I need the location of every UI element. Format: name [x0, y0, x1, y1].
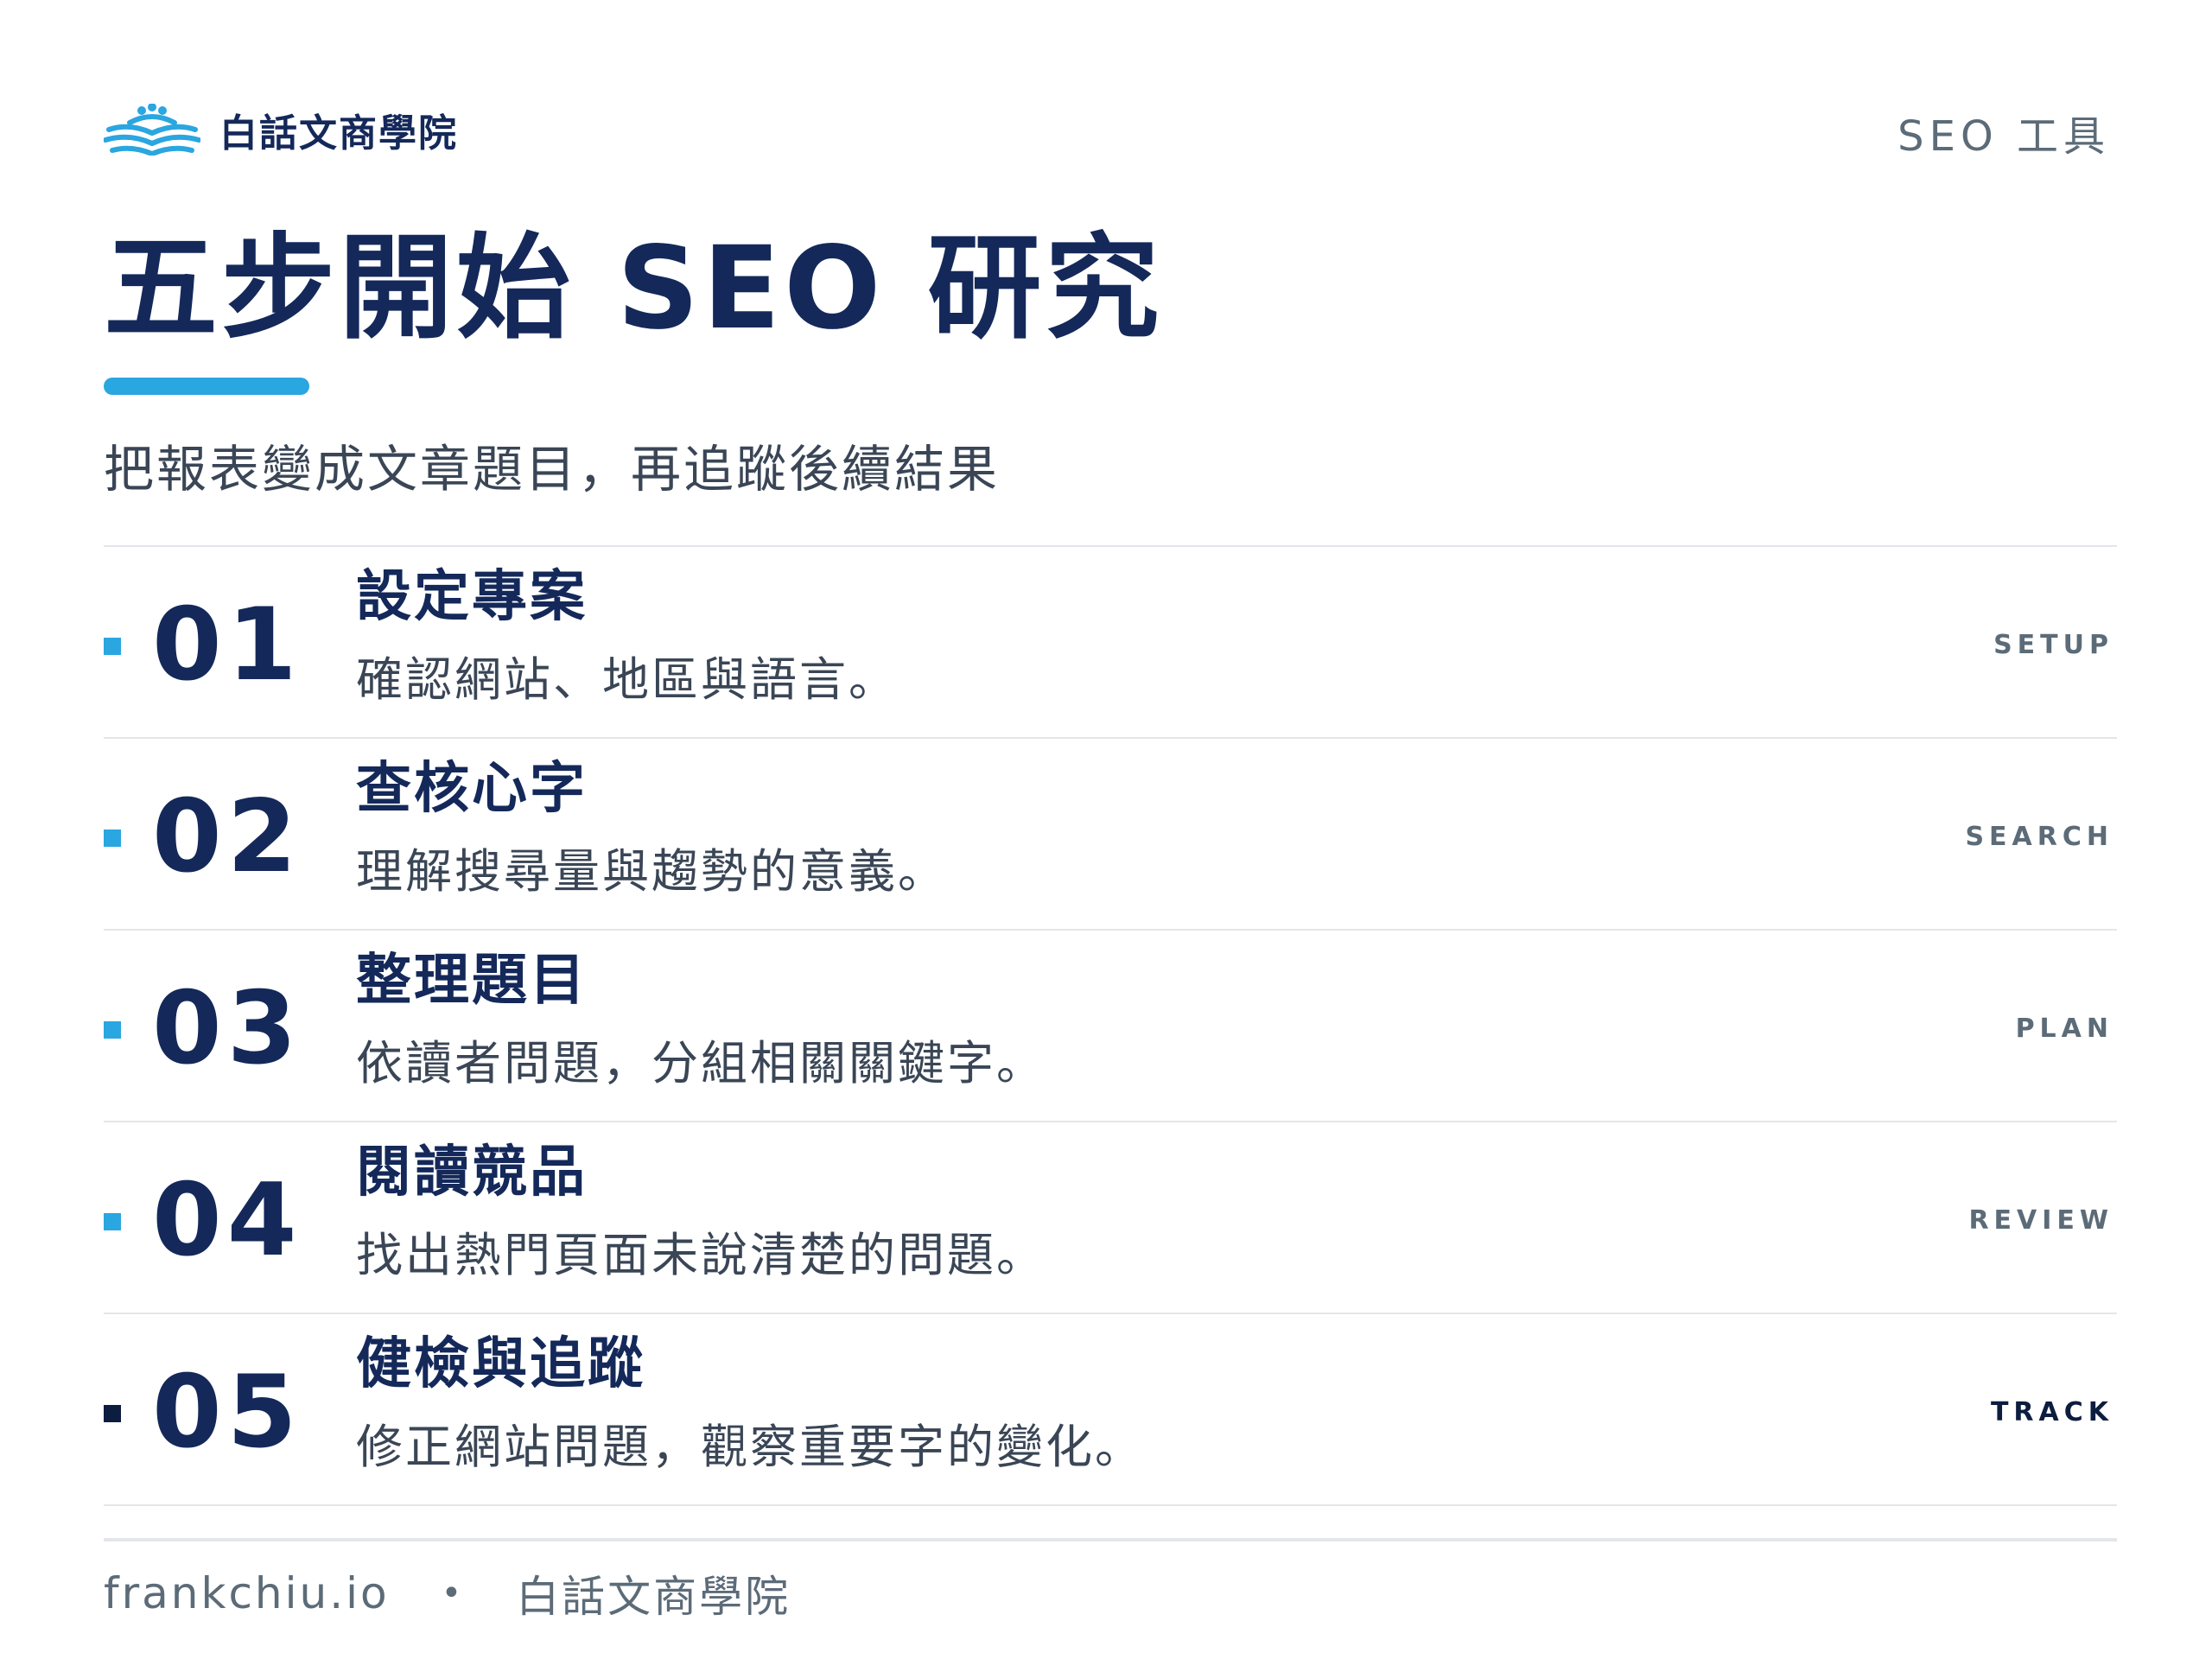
step-description: 確認網站、地區與語言。: [356, 652, 898, 707]
step-tag: SEARCH: [1965, 822, 2113, 852]
step-number: 05: [152, 1354, 302, 1471]
footer-separator: •: [441, 1573, 465, 1613]
step-title: 整理題目: [356, 949, 588, 1013]
step-marker: [104, 1021, 121, 1039]
title-underline: [104, 378, 309, 395]
step-marker: [104, 638, 121, 655]
header-tag: SEO 工具: [1897, 112, 2110, 161]
footer-site: frankchiu.io: [104, 1568, 390, 1618]
step-description: 修正網站問題，觀察重要字的變化。: [356, 1420, 1144, 1474]
footer-brand-name: 白話文商學院: [516, 1572, 791, 1622]
step-description: 找出熱門頁面未說清楚的問題。: [356, 1228, 1046, 1282]
footer-divider: [104, 1538, 2117, 1541]
step-marker: [104, 1405, 121, 1422]
step-number: 04: [152, 1162, 302, 1279]
step-number: 02: [152, 779, 302, 895]
step-number: 03: [152, 970, 302, 1087]
step-item-5: 05 健檢與追蹤 修正網站問題，觀察重要字的變化。 TRACK: [104, 1314, 2117, 1504]
step-item-3: 03 整理題目 依讀者問題，分組相關關鍵字。 PLAN: [104, 931, 2117, 1121]
step-number: 01: [152, 587, 302, 703]
steps-list: 01 設定專案 確認網站、地區與語言。 SETUP 02 查核心字 理解搜尋量與…: [104, 545, 2117, 1506]
step-tag: PLAN: [2015, 1014, 2113, 1044]
step-description: 依讀者問題，分組相關關鍵字。: [356, 1036, 1046, 1090]
slide: 白話文商學院 SEO 工具 五步開始 SEO 研究 把報表變成文章題目，再追蹤後…: [0, 0, 2212, 1659]
open-book-people-icon: [104, 104, 200, 156]
step-title: 閱讀競品: [356, 1141, 588, 1205]
brand-name: 白話文商學院: [219, 111, 458, 156]
step-description: 理解搜尋量與趨勢的意義。: [356, 844, 947, 899]
step-title: 設定專案: [356, 565, 588, 629]
step-title: 健檢與追蹤: [356, 1332, 645, 1396]
page-title: 五步開始 SEO 研究: [104, 222, 1163, 355]
step-marker: [104, 830, 121, 847]
footer: frankchiu.io • 白話文商學院: [104, 1562, 791, 1624]
step-tag: SETUP: [1993, 630, 2113, 660]
page-subtitle: 把報表變成文章題目，再追蹤後續結果: [104, 440, 1001, 499]
step-marker: [104, 1213, 121, 1230]
step-tag: TRACK: [1990, 1397, 2113, 1427]
step-title: 查核心字: [356, 757, 588, 821]
step-item-4: 04 閱讀競品 找出熱門頁面未說清楚的問題。 REVIEW: [104, 1122, 2117, 1313]
brand: 白話文商學院: [104, 95, 458, 164]
step-item-2: 02 查核心字 理解搜尋量與趨勢的意義。 SEARCH: [104, 739, 2117, 929]
divider: [104, 1504, 2117, 1506]
step-item-1: 01 設定專案 確認網站、地區與語言。 SETUP: [104, 547, 2117, 737]
step-tag: REVIEW: [1968, 1205, 2113, 1236]
